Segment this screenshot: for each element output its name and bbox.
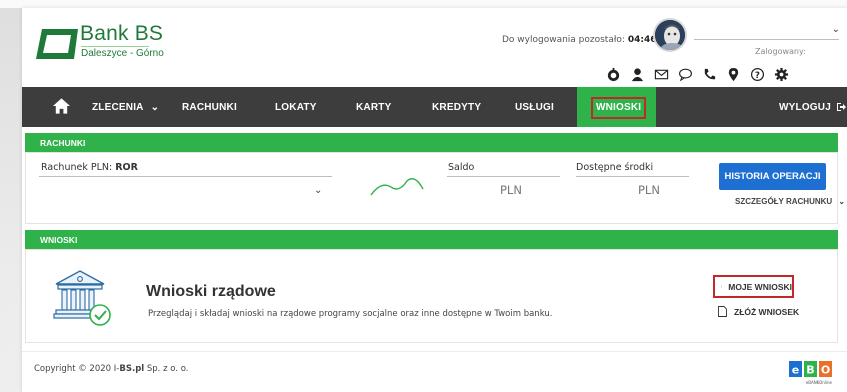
app-frame: Bank BS Daleszyce - Górno Do wylogowania… (22, 8, 847, 392)
phone-icon[interactable] (697, 65, 721, 83)
avatar[interactable] (653, 18, 687, 52)
copyright-suffix: Sp. z o. o. (146, 364, 189, 374)
rachunki-panel: Rachunek PLN: ROR ⌄ Saldo PLN Dostępne ś… (25, 152, 845, 224)
bank-divider (81, 46, 149, 47)
government-building-icon (53, 270, 111, 326)
copyright-company: BS.pl (119, 364, 145, 374)
balance-icon[interactable] (601, 65, 625, 83)
account-select[interactable] (39, 176, 332, 177)
logout-button[interactable]: WYLOGUJ (779, 87, 846, 127)
copyright-prefix: Copyright © 2020 I- (34, 364, 120, 374)
account-details-link[interactable]: SZCZEGÓŁY RACHUNKU ⌄ (735, 197, 845, 206)
bank-name: Bank BS (80, 22, 164, 45)
chevron-down-icon: ⌄ (831, 24, 840, 35)
dostepne-label: Dostępne środki (576, 162, 654, 173)
dostepne-underline (576, 176, 689, 177)
svg-text:e: e (792, 364, 799, 377)
nav-label: ZLECENIA (92, 101, 144, 113)
help-icon[interactable]: ? (745, 65, 769, 83)
chat-icon[interactable] (673, 65, 697, 83)
main-nav: ZLECENIA ⌄ RACHUNKI LOKATY KARTY KREDYTY… (22, 87, 847, 127)
chevron-down-icon: ⌄ (150, 101, 160, 113)
timer-label: Do wylogowania pozostało: (502, 35, 625, 45)
svg-text:B: B (806, 364, 814, 377)
user-icon[interactable] (625, 65, 649, 83)
svg-text:O: O (821, 364, 830, 377)
mail-icon[interactable] (649, 65, 673, 83)
footer-divider (22, 351, 847, 352)
saldo-currency: PLN (500, 183, 522, 197)
logout-icon (836, 103, 846, 111)
submit-request-link[interactable]: ZŁÓŻ WNIOSEK (718, 306, 799, 317)
nav-wnioski-marker (591, 97, 646, 119)
user-underline (694, 39, 839, 40)
ebo-logo-icon[interactable]: e B O eBANKOnline (788, 360, 834, 386)
wnioski-panel: Wnioski rządowe Przeglądaj i składaj wni… (25, 249, 838, 343)
nav-item-uslugi[interactable]: USŁUGI (515, 87, 554, 127)
my-requests-label: MOJE WNIOSKI (728, 281, 792, 292)
wnioski-title: Wnioski rządowe (146, 283, 276, 300)
account-value: ROR (115, 162, 138, 173)
chevron-down-icon[interactable]: ⌄ (314, 185, 322, 196)
saldo-underline (447, 176, 560, 177)
nav-item-lokaty[interactable]: LOKATY (275, 87, 317, 127)
details-label: SZCZEGÓŁY RACHUNKU (735, 197, 833, 206)
avatar-image-icon (655, 20, 685, 50)
dostepne-currency: PLN (638, 183, 660, 197)
balance-trend-icon (370, 178, 424, 196)
wnioski-description: Przeglądaj i składaj wnioski na rządowe … (148, 309, 553, 319)
nav-item-karty[interactable]: KARTY (356, 87, 391, 127)
copyright: Copyright © 2020 I-BS.pl Sp. z o. o. (34, 364, 188, 374)
submit-request-label: ZŁÓŻ WNIOSEK (734, 306, 800, 317)
my-requests-link[interactable]: MOJE WNIOSKI (713, 275, 794, 298)
logged-label: Zalogowany: (755, 47, 806, 56)
chevron-down-icon: ⌄ (838, 197, 846, 206)
home-icon[interactable] (52, 96, 71, 116)
session-timer: Do wylogowania pozostało: 04:46 (502, 35, 656, 45)
header: Bank BS Daleszyce - Górno Do wylogowania… (22, 8, 847, 87)
nav-item-rachunki[interactable]: RACHUNKI (182, 87, 237, 127)
nav-item-zlecenia[interactable]: ZLECENIA ⌄ (92, 87, 159, 127)
history-button[interactable]: HISTORIA OPERACJI (719, 163, 826, 190)
saldo-label: Saldo (448, 162, 475, 173)
location-icon[interactable] (721, 65, 745, 83)
new-document-icon (718, 306, 727, 317)
user-dropdown[interactable]: ⌄ Zalogowany: (694, 24, 844, 58)
settings-icon[interactable] (769, 65, 793, 83)
top-strip (0, 0, 847, 8)
ebo-caption: eBANKOnline (806, 380, 833, 385)
logout-label: WYLOGUJ (779, 101, 831, 113)
svg-text:?: ? (755, 69, 760, 79)
account-select-label: Rachunek PLN: ROR (41, 162, 138, 173)
header-icons: ? (601, 65, 793, 83)
account-label: Rachunek PLN: (41, 162, 113, 173)
document-icon (721, 285, 723, 288)
wnioski-panel-header: WNIOSKI (25, 230, 838, 249)
rachunki-panel-header: RACHUNKI (25, 133, 838, 152)
bank-logo-icon[interactable] (34, 27, 80, 61)
bank-branch: Daleszyce - Górno (81, 48, 164, 59)
nav-item-kredyty[interactable]: KREDYTY (432, 87, 481, 127)
